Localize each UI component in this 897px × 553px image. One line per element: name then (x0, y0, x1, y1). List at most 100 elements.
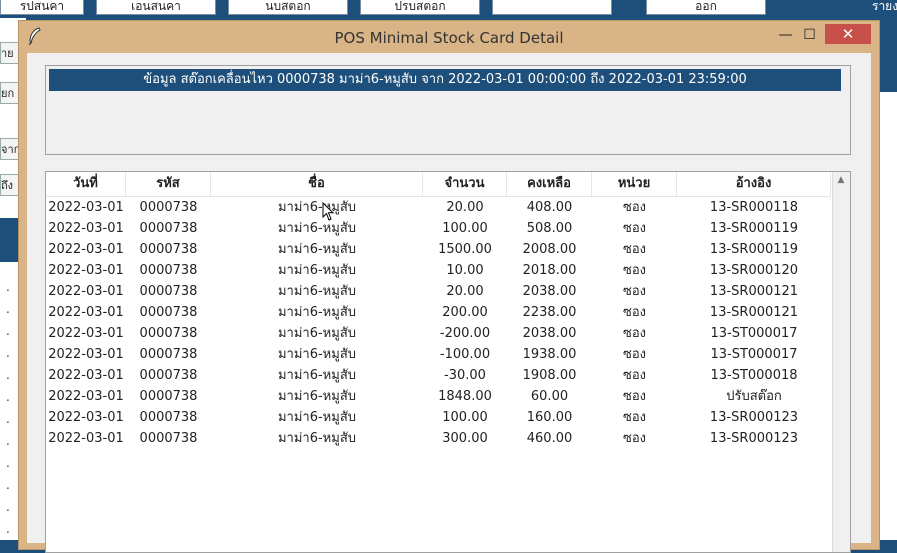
cell-reference: ปรับสต๊อก (726, 389, 782, 404)
bg-left-row-marker: . (6, 302, 10, 316)
table-row[interactable]: 2022-03-01 0000738 มาม่า6-หมูสับ 100.00 160.… (46, 407, 831, 428)
cell-balance: 160.00 (526, 410, 573, 425)
bg-left-row-marker: . (6, 434, 10, 448)
grid-body: วันที่ รหัส ชื่อ จำนวน คงเหลือ หน่วย อ้า… (46, 172, 831, 552)
cell-name: มาม่า6-หมูสับ (277, 368, 357, 383)
scroll-up-arrow-icon[interactable]: ▲ (835, 174, 847, 186)
cell-unit: ซอง (623, 284, 646, 299)
cell-code: 0000738 (139, 263, 198, 278)
cell-unit: ซอง (623, 221, 646, 236)
bg-toolbar-button-4[interactable]: ปรบสตอก (360, 0, 480, 15)
cell-quantity: 100.00 (442, 410, 488, 425)
table-row[interactable]: 2022-03-01 0000738 มาม่า6-หมูสับ -100.00 193… (46, 344, 831, 365)
table-row[interactable]: 2022-03-01 0000738 มาม่า6-หมูสับ -30.00 1908… (46, 365, 831, 386)
vertical-scrollbar[interactable]: ▲ (832, 172, 850, 552)
cell-balance: 2018.00 (522, 263, 577, 278)
cell-date: 2022-03-01 (48, 242, 124, 257)
cell-date: 2022-03-01 (48, 431, 124, 446)
bg-left-row-marker: . (6, 390, 10, 404)
cell-date: 2022-03-01 (48, 347, 124, 362)
column-header-name[interactable]: ชื่อ (211, 172, 423, 196)
cell-date: 2022-03-01 (48, 284, 124, 299)
cell-name: มาม่า6-หมูสับ (277, 389, 357, 404)
minimize-button[interactable]: — (772, 25, 799, 45)
table-row[interactable]: 2022-03-01 0000738 มาม่า6-หมูสับ 10.00 2018.… (46, 260, 831, 281)
bg-report-label[interactable]: รายง (872, 0, 897, 16)
cell-quantity: 1500.00 (438, 242, 492, 257)
cell-unit: ซอง (623, 389, 646, 404)
info-panel: ข้อมูล สต๊อกเคลื่อนไหว 0000738 มาม่า6-หม… (45, 65, 851, 155)
bg-toolbar-button-5[interactable] (492, 0, 612, 15)
cell-reference: 13-ST000017 (710, 347, 798, 362)
close-button[interactable]: ✕ (825, 24, 871, 44)
cell-unit: ซอง (623, 326, 646, 341)
column-header-reference[interactable]: อ้างอิง (677, 172, 831, 196)
table-row[interactable]: 2022-03-01 0000738 มาม่า6-หมูสับ 20.00 408.0… (46, 197, 831, 218)
title-bar[interactable]: POS Minimal Stock Card Detail — ☐ ✕ (19, 21, 879, 53)
table-row[interactable]: 2022-03-01 0000738 มาม่า6-หมูสับ 200.00 2238… (46, 302, 831, 323)
cell-code: 0000738 (139, 221, 198, 236)
cell-reference: 13-ST000018 (710, 368, 798, 383)
cell-quantity: 20.00 (446, 200, 484, 215)
cell-name: มาม่า6-หมูสับ (277, 305, 357, 320)
cell-reference: 13-SR000118 (709, 200, 799, 215)
bg-left-row-marker: . (6, 368, 10, 382)
cell-reference: 13-SR000120 (709, 263, 799, 278)
cell-balance: 60.00 (530, 389, 569, 404)
cell-code: 0000738 (139, 347, 198, 362)
cell-balance: 2038.00 (522, 284, 577, 299)
bg-left-row-marker: . (6, 324, 10, 338)
cell-unit: ซอง (623, 242, 646, 257)
column-header-quantity[interactable]: จำนวน (423, 172, 507, 196)
stock-movement-grid[interactable]: วันที่ รหัส ชื่อ จำนวน คงเหลือ หน่วย อ้า… (45, 171, 851, 553)
bg-left-row-marker: . (6, 280, 10, 294)
column-header-date[interactable]: วันที่ (46, 172, 126, 196)
cell-code: 0000738 (139, 326, 198, 341)
bg-toolbar-button-1[interactable]: รปสนคา (0, 0, 84, 15)
cell-quantity: -30.00 (444, 368, 486, 383)
cell-quantity: 20.00 (446, 284, 484, 299)
cell-name: มาม่า6-หมูสับ (277, 200, 357, 215)
cell-balance: 2038.00 (522, 326, 577, 341)
bg-toolbar-exit-button[interactable]: ออก (646, 0, 766, 15)
table-row[interactable]: 2022-03-01 0000738 มาม่า6-หมูสับ 1500.00 200… (46, 239, 831, 260)
cell-quantity: -200.00 (439, 326, 491, 341)
cell-reference: 13-SR000123 (709, 410, 799, 425)
cell-reference: 13-ST000017 (710, 326, 798, 341)
bg-left-row-marker: . (6, 346, 10, 360)
cell-quantity: 1848.00 (438, 389, 492, 404)
cell-balance: 1938.00 (522, 347, 577, 362)
table-row[interactable]: 2022-03-01 0000738 มาม่า6-หมูสับ 20.00 2038.… (46, 281, 831, 302)
column-header-code[interactable]: รหัส (126, 172, 211, 196)
column-header-unit[interactable]: หน่วย (592, 172, 677, 196)
table-row[interactable]: 2022-03-01 0000738 มาม่า6-หมูสับ -200.00 203… (46, 323, 831, 344)
cell-balance: 460.00 (526, 431, 573, 446)
background-toolbar: รปสนคา เอนสนคา นบสตอก ปรบสตอก ออก (0, 0, 820, 18)
cell-date: 2022-03-01 (48, 326, 124, 341)
cell-date: 2022-03-01 (48, 221, 124, 236)
column-header-balance[interactable]: คงเหลือ (507, 172, 592, 196)
bg-toolbar-button-3[interactable]: นบสตอก (228, 0, 348, 15)
bg-left-row-marker: . (6, 456, 10, 470)
cell-unit: ซอง (623, 368, 646, 383)
bg-left-row-marker: . (6, 522, 10, 536)
cell-code: 0000738 (139, 368, 198, 383)
table-row[interactable]: 2022-03-01 0000738 มาม่า6-หมูสับ 300.00 460.… (46, 428, 831, 449)
cell-code: 0000738 (139, 200, 198, 215)
bg-toolbar-button-2[interactable]: เอนสนคา (96, 0, 216, 15)
cell-date: 2022-03-01 (48, 263, 124, 278)
cell-date: 2022-03-01 (48, 200, 124, 215)
cell-code: 0000738 (139, 284, 198, 299)
cell-unit: ซอง (623, 347, 646, 362)
cell-reference: 13-SR000123 (709, 431, 799, 446)
cell-name: มาม่า6-หมูสับ (277, 347, 357, 362)
table-row[interactable]: 2022-03-01 0000738 มาม่า6-หมูสับ 100.00 508.… (46, 218, 831, 239)
cell-quantity: 10.00 (446, 263, 484, 278)
bg-left-row-marker: . (6, 500, 10, 514)
table-row[interactable]: 2022-03-01 0000738 มาม่า6-หมูสับ 1848.00 60.… (46, 386, 831, 407)
mouse-cursor-icon (322, 202, 335, 221)
cell-unit: ซอง (623, 305, 646, 320)
cell-unit: ซอง (623, 410, 646, 425)
cell-quantity: 300.00 (442, 431, 488, 446)
maximize-button[interactable]: ☐ (796, 25, 823, 45)
